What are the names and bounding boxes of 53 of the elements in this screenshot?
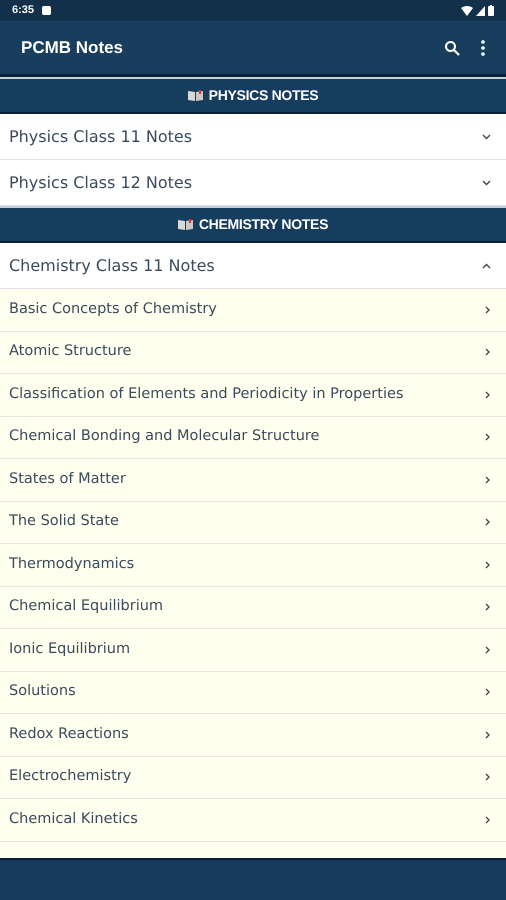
chevron-right-icon <box>485 816 490 824</box>
chapter-row[interactable]: Electrochemistry <box>0 756 506 799</box>
search-icon[interactable] <box>444 40 460 56</box>
chevron-right-icon <box>485 476 490 484</box>
chapter-row[interactable]: Chemical Equilibrium <box>0 586 506 629</box>
chapter-title: Classification of Elements and Periodicity in Properties <box>9 384 404 404</box>
chapter-title: Solutions <box>9 682 76 702</box>
book-icon <box>178 219 193 230</box>
subject-row[interactable]: Physics Class 12 Notes <box>0 160 506 206</box>
subject-title: Chemistry Class 11 Notes <box>9 254 215 276</box>
section-title: CHEMISTRY NOTES <box>198 215 328 234</box>
chevron-right-icon <box>485 433 490 442</box>
chapter-title: Thermodynamics <box>9 554 134 574</box>
chevron-right-icon <box>485 518 490 526</box>
chapter-title: States of Matter <box>9 470 126 489</box>
chapter-title: Atomic Structure <box>9 342 132 362</box>
wifi-icon <box>461 6 473 16</box>
battery-icon <box>488 5 494 16</box>
subject-title: Physics Class 11 Notes <box>9 126 192 148</box>
more-options-icon[interactable] <box>481 40 485 56</box>
chevron-right-icon <box>485 306 490 314</box>
chapter-title: Electrochemistry <box>9 767 132 786</box>
subject-title: Physics Class 12 Notes <box>9 172 192 194</box>
chevron-right-icon <box>485 730 490 739</box>
notification-icon <box>42 6 52 15</box>
chapter-row[interactable]: The Solid State <box>0 502 506 544</box>
book-icon <box>188 90 203 101</box>
chapter-row[interactable]: Chemical Bonding and Molecular Structure <box>0 416 506 459</box>
signal-icon <box>476 6 485 16</box>
chevron-up-icon <box>482 262 491 268</box>
status-time: 6:35 <box>12 3 34 18</box>
chevron-right-icon <box>485 603 490 612</box>
chevron-right-icon <box>485 560 490 569</box>
chevron-right-icon <box>485 646 490 654</box>
section-title: PHYSICS NOTES <box>208 86 318 105</box>
app-title: PCMB Notes <box>21 36 124 59</box>
chapter-row[interactable]: Atomic Structure <box>0 332 506 374</box>
chevron-right-icon <box>485 348 490 356</box>
chapter-title: Chemical Kinetics <box>9 810 138 829</box>
chevron-right-icon <box>485 773 490 782</box>
chevron-down-icon <box>482 134 491 140</box>
chapter-title: The Solid State <box>9 512 119 532</box>
chapter-row[interactable]: Solutions <box>0 672 506 714</box>
chevron-right-icon <box>485 688 490 696</box>
chapter-title: Ionic Equilibrium <box>9 640 130 659</box>
chapter-title: Basic Concepts of Chemistry <box>9 300 217 319</box>
chapter-title: Chemical Bonding and Molecular Structure <box>9 427 320 446</box>
chapter-title: Redox Reactions <box>9 724 129 744</box>
subject-row[interactable]: Physics Class 11 Notes <box>0 114 506 160</box>
chapter-title: Chemical Equilibrium <box>9 597 164 616</box>
subject-row[interactable]: Chemistry Class 11 Notes <box>0 243 506 289</box>
chevron-down-icon <box>482 180 491 186</box>
chevron-right-icon <box>485 390 490 399</box>
